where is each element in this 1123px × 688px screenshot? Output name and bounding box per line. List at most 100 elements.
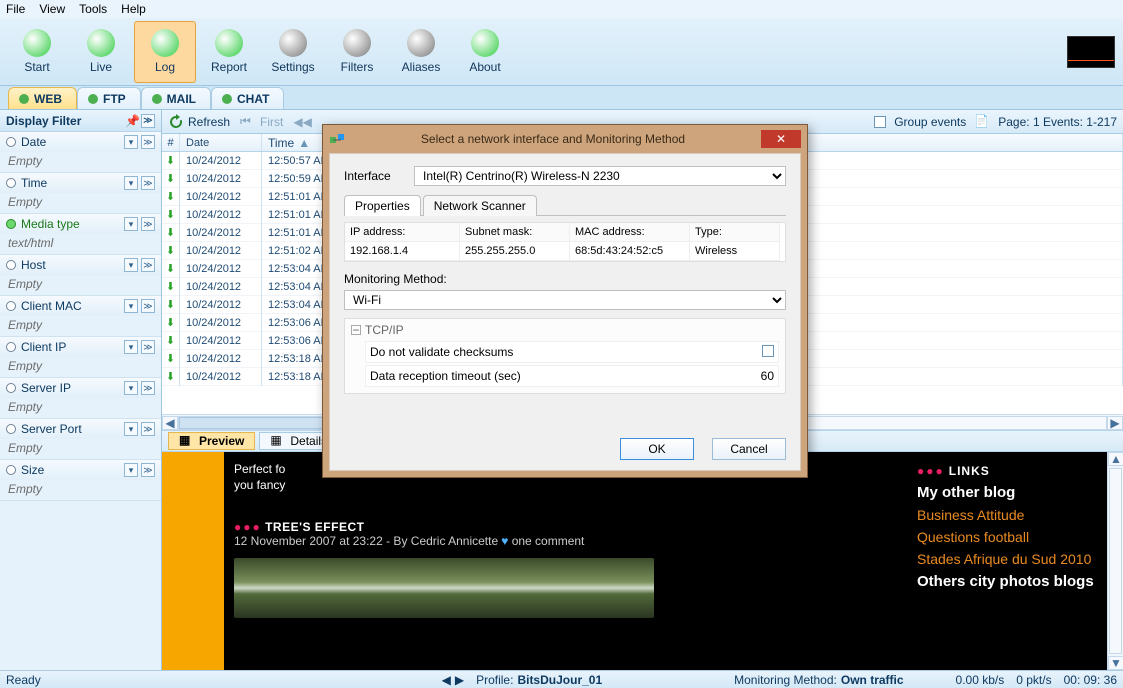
scroll-left-icon[interactable]: ◀ [162, 416, 178, 430]
filter-host-menu-icon[interactable]: ▾ [124, 258, 138, 272]
close-button[interactable]: ✕ [761, 130, 801, 148]
about-button[interactable]: About [454, 21, 516, 83]
interface-select[interactable]: Intel(R) Centrino(R) Wireless-N 2230 [414, 166, 786, 186]
filter-cmac-menu-icon[interactable]: ▾ [124, 299, 138, 313]
filter-time-toggle-icon[interactable] [6, 178, 16, 188]
settings-button[interactable]: Settings [262, 21, 324, 83]
group-events-checkbox[interactable] [874, 116, 886, 128]
preview-link[interactable]: Stades Afrique du Sud 2010 [917, 551, 1109, 567]
menu-tools[interactable]: Tools [79, 2, 107, 16]
filter-sport-expand-icon[interactable]: ≫ [141, 422, 155, 436]
filter-cip-toggle-icon[interactable] [6, 342, 16, 352]
filter-time-menu-icon[interactable]: ▾ [124, 176, 138, 190]
filter-date-menu-icon[interactable]: ▾ [124, 135, 138, 149]
dialog-titlebar[interactable]: Select a network interface and Monitorin… [323, 125, 807, 153]
down-arrow-icon: ⬇ [166, 154, 175, 167]
tab-network-scanner[interactable]: Network Scanner [423, 195, 537, 216]
menu-file[interactable]: File [6, 2, 25, 16]
filter-cmac-expand-icon[interactable]: ≫ [141, 299, 155, 313]
filter-media-header[interactable]: Media type ▾≫ [0, 214, 161, 234]
prev-button[interactable]: ◀◀ [293, 115, 311, 129]
filter-size-toggle-icon[interactable] [6, 465, 16, 475]
cancel-button[interactable]: Cancel [712, 438, 786, 460]
row-date: 10/24/2012 [180, 296, 262, 314]
preview-link[interactable]: Business Attitude [917, 507, 1109, 523]
filter-time-header[interactable]: Time ▾≫ [0, 173, 161, 193]
mm-select[interactable]: Wi-Fi [344, 290, 786, 310]
lowtab-preview[interactable]: ▦ Preview [168, 432, 255, 450]
report-button[interactable]: Report [198, 21, 260, 83]
filter-host-expand-icon[interactable]: ≫ [141, 258, 155, 272]
filter-sip-header[interactable]: Server IP ▾≫ [0, 378, 161, 398]
filters-label: Filters [341, 60, 374, 74]
first-button[interactable]: ⏮ First [240, 114, 283, 130]
sidebar-header: Display Filter 📌 ≫ [0, 110, 161, 132]
next-profile-icon[interactable]: ▶ [455, 673, 464, 687]
tab-mail[interactable]: MAIL [141, 87, 211, 109]
tab-web[interactable]: WEB [8, 87, 77, 109]
pin-icon[interactable]: 📌 [125, 114, 137, 126]
menu-help[interactable]: Help [121, 2, 146, 16]
mm-label: Monitoring Method: [344, 272, 484, 286]
collapse-icon[interactable]: − [351, 325, 361, 335]
filter-media-toggle-icon[interactable] [6, 219, 16, 229]
refresh-button[interactable]: Refresh [168, 114, 230, 130]
tcp-timeout-label: Data reception timeout (sec) [370, 369, 521, 383]
tcp-checksum-checkbox[interactable] [762, 345, 774, 357]
filter-date-expand-icon[interactable]: ≫ [141, 135, 155, 149]
row-date: 10/24/2012 [180, 278, 262, 296]
down-arrow-icon: ⬇ [166, 190, 175, 203]
scroll-up-icon[interactable]: ▲ [1108, 452, 1123, 466]
filter-size-header[interactable]: Size ▾≫ [0, 460, 161, 480]
filter-host-header[interactable]: Host ▾≫ [0, 255, 161, 275]
filter-sport-menu-icon[interactable]: ▾ [124, 422, 138, 436]
tab-chat[interactable]: CHAT [211, 87, 284, 109]
menu-view[interactable]: View [39, 2, 65, 16]
filter-sport-header[interactable]: Server Port ▾≫ [0, 419, 161, 439]
prev-profile-icon[interactable]: ◀ [442, 673, 451, 687]
start-button[interactable]: Start [6, 21, 68, 83]
filter-sip-expand-icon[interactable]: ≫ [141, 381, 155, 395]
scroll-right-icon[interactable]: ▶ [1107, 416, 1123, 430]
preview-label: Preview [199, 434, 244, 448]
filter-size-menu-icon[interactable]: ▾ [124, 463, 138, 477]
live-button[interactable]: Live [70, 21, 132, 83]
col-num[interactable]: # [162, 134, 180, 151]
filter-date-toggle-icon[interactable] [6, 137, 16, 147]
filter-cip-expand-icon[interactable]: ≫ [141, 340, 155, 354]
tcp-title: TCP/IP [365, 323, 404, 337]
tab-properties[interactable]: Properties [344, 195, 421, 216]
sidebar-collapse-icon[interactable]: ≫ [141, 114, 155, 128]
filter-host-value: Empty [0, 275, 161, 295]
filter-sip-toggle-icon[interactable] [6, 383, 16, 393]
filter-media-expand-icon[interactable]: ≫ [141, 217, 155, 231]
preview-v-scrollbar[interactable]: ▲ ▼ [1107, 452, 1123, 670]
preview-link[interactable]: Questions football [917, 529, 1109, 545]
report-icon [215, 29, 243, 57]
filter-date-header[interactable]: Date ▾≫ [0, 132, 161, 152]
filter-cip-menu-icon[interactable]: ▾ [124, 340, 138, 354]
filter-sip-menu-icon[interactable]: ▾ [124, 381, 138, 395]
blog-title-2: Others city photos blogs [917, 573, 1109, 590]
scroll-down-icon[interactable]: ▼ [1108, 656, 1123, 670]
filter-cip-header[interactable]: Client IP ▾≫ [0, 337, 161, 357]
filter-size-expand-icon[interactable]: ≫ [141, 463, 155, 477]
preview-icon: ▦ [179, 433, 195, 449]
log-button[interactable]: Log [134, 21, 196, 83]
ftp-icon [88, 94, 98, 104]
filter-cmac-header[interactable]: Client MAC ▾≫ [0, 296, 161, 316]
down-arrow-icon: ⬇ [166, 226, 175, 239]
col-date[interactable]: Date [180, 134, 262, 151]
filter-date-label: Date [21, 135, 46, 149]
filter-sport-toggle-icon[interactable] [6, 424, 16, 434]
filter-time-expand-icon[interactable]: ≫ [141, 176, 155, 190]
filter-host-toggle-icon[interactable] [6, 260, 16, 270]
filters-button[interactable]: Filters [326, 21, 388, 83]
interface-label: Interface [344, 169, 404, 183]
aliases-button[interactable]: Aliases [390, 21, 452, 83]
filter-media-menu-icon[interactable]: ▾ [124, 217, 138, 231]
tab-ftp[interactable]: FTP [77, 87, 141, 109]
tcp-timeout-value[interactable]: 60 [761, 369, 774, 383]
filter-cmac-toggle-icon[interactable] [6, 301, 16, 311]
ok-button[interactable]: OK [620, 438, 694, 460]
